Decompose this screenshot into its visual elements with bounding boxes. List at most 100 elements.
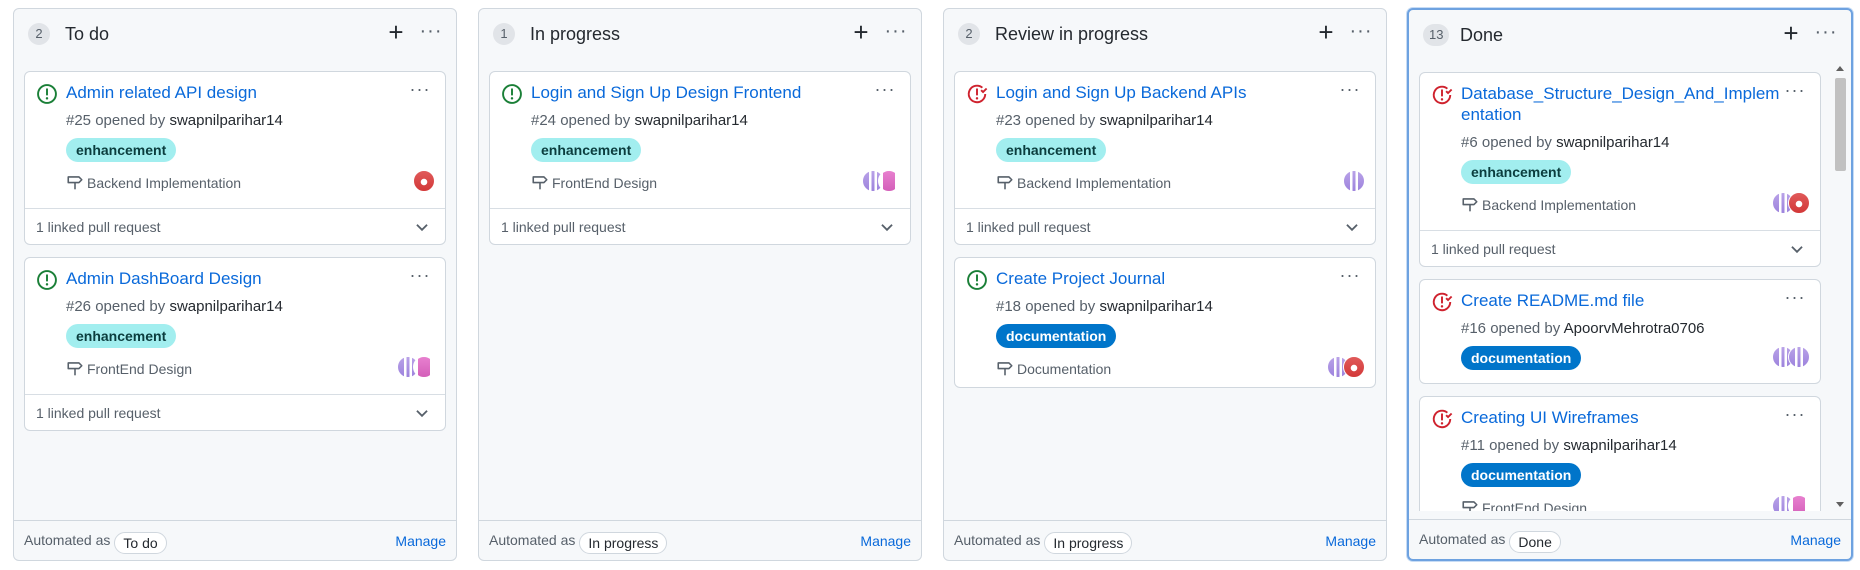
milestone[interactable]: FrontEnd Design xyxy=(66,359,192,377)
kebab-horizontal-icon[interactable]: ··· xyxy=(1337,80,1363,102)
kebab-horizontal-icon[interactable]: ··· xyxy=(1782,405,1808,427)
issue-title-link[interactable]: Login and Sign Up Backend APIs xyxy=(996,82,1335,103)
issue-number: #26 opened by xyxy=(66,298,166,315)
scrollbar-thumb[interactable] xyxy=(1835,78,1846,171)
author-link[interactable]: swapnilparihar14 xyxy=(169,298,282,315)
plus-icon[interactable]: + xyxy=(384,19,408,45)
author-link[interactable]: swapnilparihar14 xyxy=(1099,298,1212,315)
assignees xyxy=(413,170,435,194)
issue-card[interactable]: Creating UI Wireframes ··· #11 opened by… xyxy=(1419,396,1821,511)
author-link[interactable]: swapnilparihar14 xyxy=(1563,437,1676,454)
kebab-horizontal-icon[interactable]: ··· xyxy=(872,80,898,102)
issue-title-link[interactable]: Create README.md file xyxy=(1461,290,1780,311)
manage-link[interactable]: Manage xyxy=(1790,532,1841,548)
author-link[interactable]: ApoorvMehrotra0706 xyxy=(1564,320,1705,337)
issue-card[interactable]: Create Project Journal ··· #18 opened by… xyxy=(954,257,1376,388)
issue-card[interactable]: Login and Sign Up Backend APIs ··· #23 o… xyxy=(954,71,1376,245)
issue-card[interactable]: Login and Sign Up Design Frontend ··· #2… xyxy=(489,71,911,245)
label-badge[interactable]: enhancement xyxy=(1461,160,1572,184)
author-link[interactable]: swapnilparihar14 xyxy=(634,112,747,129)
label-badge[interactable]: enhancement xyxy=(996,138,1107,162)
issue-title-link[interactable]: Login and Sign Up Design Frontend xyxy=(531,82,870,103)
assignees xyxy=(1772,346,1810,370)
manage-link[interactable]: Manage xyxy=(1325,533,1376,549)
issue-card[interactable]: Admin DashBoard Design ··· #26 opened by… xyxy=(24,257,446,431)
scroll-up-arrow-icon[interactable] xyxy=(1836,66,1844,71)
milestone-icon xyxy=(1462,198,1478,212)
column-count: 2 xyxy=(28,23,50,45)
milestone-icon xyxy=(1462,501,1478,511)
avatar[interactable] xyxy=(413,170,435,192)
milestone[interactable]: Backend Implementation xyxy=(66,173,241,191)
manage-link[interactable]: Manage xyxy=(395,533,446,549)
kebab-horizontal-icon[interactable]: ··· xyxy=(407,80,433,102)
kebab-horizontal-icon[interactable]: ··· xyxy=(1813,22,1839,46)
kebab-horizontal-icon[interactable]: ··· xyxy=(407,266,433,288)
issue-title-link[interactable]: Admin DashBoard Design xyxy=(66,268,405,289)
column-footer: Automated as In progress Manage xyxy=(944,520,1386,560)
author-link[interactable]: swapnilparihar14 xyxy=(1556,134,1669,151)
kebab-horizontal-icon[interactable]: ··· xyxy=(1782,81,1808,103)
vertical-scrollbar[interactable] xyxy=(1833,62,1848,511)
issue-meta: #11 opened by swapnilparihar14 xyxy=(1461,437,1677,454)
automation-status: Automated as Done xyxy=(1419,531,1561,553)
author-link[interactable]: swapnilparihar14 xyxy=(169,112,282,129)
label-badge[interactable]: documentation xyxy=(1461,346,1582,370)
chevron-down-icon[interactable] xyxy=(1343,218,1361,236)
avatar[interactable] xyxy=(1788,346,1810,368)
milestone[interactable]: Backend Implementation xyxy=(1461,195,1636,213)
kebab-horizontal-icon[interactable]: ··· xyxy=(1782,288,1808,310)
chevron-down-icon[interactable] xyxy=(1788,240,1806,258)
linked-pull-requests[interactable]: 1 linked pull request xyxy=(955,208,1375,244)
label-badge[interactable]: enhancement xyxy=(531,138,642,162)
scroll-down-arrow-icon[interactable] xyxy=(1836,502,1844,507)
author-link[interactable]: swapnilparihar14 xyxy=(1099,112,1212,129)
chevron-down-icon[interactable] xyxy=(413,404,431,422)
avatar[interactable] xyxy=(1788,495,1810,511)
label-badge[interactable]: documentation xyxy=(1461,463,1582,487)
issue-card[interactable]: Create README.md file ··· #16 opened by … xyxy=(1419,279,1821,384)
column-footer: Automated as In progress Manage xyxy=(479,520,921,560)
manage-link[interactable]: Manage xyxy=(860,533,911,549)
avatar[interactable] xyxy=(413,356,435,378)
avatar[interactable] xyxy=(1788,192,1810,214)
linked-pull-requests[interactable]: 1 linked pull request xyxy=(25,208,445,244)
issue-title-link[interactable]: Create Project Journal xyxy=(996,268,1335,289)
issue-title-link[interactable]: Database_Structure_Design_And_Implementa… xyxy=(1461,83,1780,125)
issue-card[interactable]: Database_Structure_Design_And_Implementa… xyxy=(1419,72,1821,267)
avatar[interactable] xyxy=(1343,356,1365,378)
plus-icon[interactable]: + xyxy=(1314,19,1338,45)
linked-pull-requests[interactable]: 1 linked pull request xyxy=(25,394,445,430)
milestone[interactable]: Documentation xyxy=(996,359,1111,377)
issue-title-link[interactable]: Admin related API design xyxy=(66,82,405,103)
issue-meta: #16 opened by ApoorvMehrotra0706 xyxy=(1461,320,1705,337)
issue-title-link[interactable]: Creating UI Wireframes xyxy=(1461,407,1780,428)
column-title: To do xyxy=(65,24,110,44)
chevron-down-icon[interactable] xyxy=(413,218,431,236)
label-badge[interactable]: enhancement xyxy=(66,324,177,348)
label-badge[interactable]: documentation xyxy=(996,324,1117,348)
linked-pr-text: 1 linked pull request xyxy=(36,405,161,421)
kebab-horizontal-icon[interactable]: ··· xyxy=(883,21,909,45)
linked-pull-requests[interactable]: 1 linked pull request xyxy=(490,208,910,244)
column-footer: Automated as To do Manage xyxy=(14,520,456,560)
linked-pull-requests[interactable]: 1 linked pull request xyxy=(1420,230,1820,266)
avatar[interactable] xyxy=(878,170,900,192)
milestone[interactable]: Backend Implementation xyxy=(996,173,1171,191)
automation-badge: Done xyxy=(1509,531,1561,553)
plus-icon[interactable]: + xyxy=(1779,20,1803,46)
automation-status: Automated as In progress xyxy=(489,532,668,554)
label-badge[interactable]: enhancement xyxy=(66,138,177,162)
kebab-horizontal-icon[interactable]: ··· xyxy=(418,21,444,45)
kebab-horizontal-icon[interactable]: ··· xyxy=(1337,266,1363,288)
card-list: Admin related API design ··· #25 opened … xyxy=(24,61,446,512)
issue-closed-icon xyxy=(1432,409,1453,429)
avatar[interactable] xyxy=(1343,170,1365,192)
issue-meta: #6 opened by swapnilparihar14 xyxy=(1461,134,1670,151)
kebab-horizontal-icon[interactable]: ··· xyxy=(1348,21,1374,45)
milestone[interactable]: FrontEnd Design xyxy=(1461,498,1587,511)
issue-card[interactable]: Admin related API design ··· #25 opened … xyxy=(24,71,446,245)
milestone[interactable]: FrontEnd Design xyxy=(531,173,657,191)
chevron-down-icon[interactable] xyxy=(878,218,896,236)
plus-icon[interactable]: + xyxy=(849,19,873,45)
